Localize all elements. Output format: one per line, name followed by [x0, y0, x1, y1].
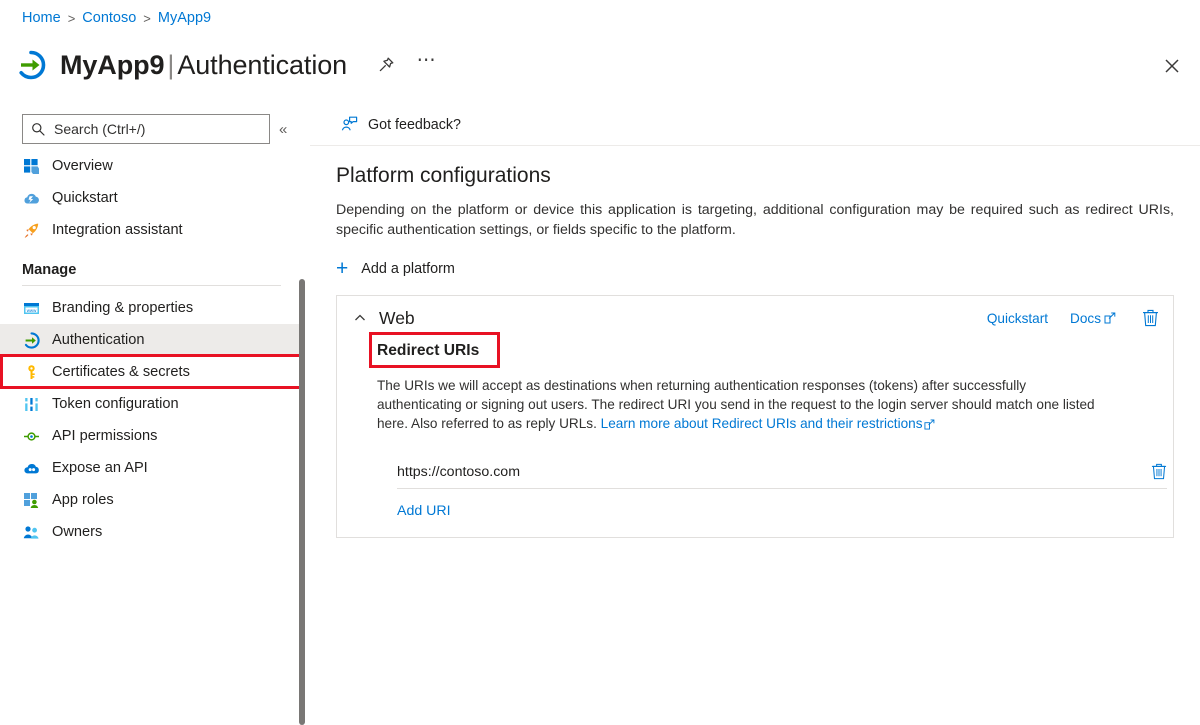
redirect-uri-value[interactable]: https://contoso.com: [397, 464, 520, 480]
redirect-uris-title-wrap: Redirect URIs: [377, 340, 479, 362]
sidebar-section-manage: Manage: [0, 262, 303, 278]
breadcrumb-item-home[interactable]: Home: [22, 10, 61, 26]
web-card-header: Web Quickstart Docs: [337, 296, 1173, 340]
sidebar-item-label: Authentication: [52, 332, 145, 348]
page-title: MyApp9|Authentication: [60, 50, 347, 81]
delete-uri-button[interactable]: [1151, 463, 1167, 480]
sidebar-item-authentication[interactable]: Authentication: [0, 324, 303, 356]
external-link-icon: [924, 416, 935, 435]
sidebar-search-row: Search (Ctrl+/) «: [0, 104, 303, 144]
sidebar-item-label: Quickstart: [52, 190, 118, 206]
sidebar-item-label: Token configuration: [52, 396, 179, 412]
add-a-platform-label: Add a platform: [361, 261, 455, 277]
authentication-icon: [14, 48, 48, 82]
breadcrumb-separator: >: [68, 11, 76, 26]
trash-icon: [1142, 309, 1159, 327]
web-card-body: Redirect URIs The URIs we will accept as…: [337, 340, 1173, 519]
redirect-uris-title: Redirect URIs: [377, 340, 479, 362]
learn-more-redirect-uris-link[interactable]: Learn more about Redirect URIs and their…: [601, 416, 923, 431]
sidebar-divider: [22, 285, 281, 286]
quickstart-cloud-icon: [22, 189, 40, 207]
sidebar-item-overview[interactable]: Overview: [0, 150, 303, 182]
app-roles-icon: [22, 491, 40, 509]
key-icon: [22, 363, 40, 381]
redirect-uris-description: The URIs we will accept as destinations …: [377, 376, 1099, 435]
section-title: Platform configurations: [336, 164, 1174, 188]
main-content: Got feedback? Platform configurations De…: [310, 104, 1200, 621]
sidebar-item-expose-an-api[interactable]: Expose an API: [0, 452, 303, 484]
sidebar-item-label: Certificates & secrets: [52, 364, 190, 380]
pin-icon[interactable]: [373, 52, 399, 78]
page-title-section: Authentication: [177, 50, 347, 80]
page-header: MyApp9|Authentication ⋯: [0, 36, 1200, 94]
rocket-icon: [22, 221, 40, 239]
got-feedback-button[interactable]: Got feedback?: [340, 116, 461, 134]
api-permissions-icon: [22, 427, 40, 445]
docs-link-label: Docs: [1070, 311, 1101, 326]
sidebar-item-branding-properties[interactable]: www Branding & properties: [0, 292, 303, 324]
breadcrumb-item-myapp9[interactable]: MyApp9: [158, 10, 211, 26]
page-title-app: MyApp9: [60, 50, 164, 80]
add-uri-link[interactable]: Add URI: [397, 503, 451, 519]
plus-icon: +: [336, 258, 348, 279]
ellipsis-icon[interactable]: ⋯: [413, 52, 439, 78]
sidebar-nav-manage: www Branding & properties Authentication: [0, 292, 303, 548]
docs-link[interactable]: Docs: [1070, 311, 1116, 326]
sidebar-item-app-roles[interactable]: App roles: [0, 484, 303, 516]
section-description: Depending on the platform or device this…: [336, 200, 1174, 240]
sidebar-item-owners[interactable]: Owners: [0, 516, 303, 548]
delete-platform-button[interactable]: [1142, 309, 1159, 327]
sidebar-item-label: API permissions: [52, 428, 157, 444]
authentication-icon: [22, 331, 40, 349]
owners-people-icon: [22, 523, 40, 541]
got-feedback-label: Got feedback?: [368, 117, 461, 133]
breadcrumb-separator: >: [143, 11, 151, 26]
search-input[interactable]: Search (Ctrl+/): [22, 114, 270, 144]
platform-configurations-section: Platform configurations Depending on the…: [310, 146, 1200, 538]
sidebar-item-integration-assistant[interactable]: Integration assistant: [0, 214, 303, 246]
command-bar: Got feedback?: [310, 104, 1200, 146]
sidebar-item-label: Expose an API: [52, 460, 148, 476]
breadcrumb: Home > Contoso > MyApp9: [22, 10, 211, 26]
sidebar-item-label: Branding & properties: [52, 300, 193, 316]
sidebar-item-label: Owners: [52, 524, 102, 540]
feedback-person-icon: [340, 116, 358, 134]
chevron-up-icon[interactable]: [351, 309, 369, 327]
web-card-title: Web: [379, 308, 415, 329]
overview-icon: [22, 157, 40, 175]
external-link-icon: [1104, 312, 1116, 324]
chevron-double-left-icon[interactable]: «: [279, 121, 287, 138]
sidebar-item-label: Integration assistant: [52, 222, 183, 238]
sidebar-item-label: Overview: [52, 158, 113, 174]
sidebar-nav-top: Overview Quickstart Integ: [0, 150, 303, 246]
web-platform-card: Web Quickstart Docs: [336, 295, 1174, 538]
search-icon: [31, 122, 47, 136]
sidebar-item-token-configuration[interactable]: Token configuration: [0, 388, 303, 420]
web-card-actions: Quickstart Docs: [965, 309, 1159, 327]
svg-text:www: www: [26, 307, 36, 312]
search-placeholder: Search (Ctrl+/): [54, 121, 145, 137]
redirect-uri-row: https://contoso.com: [397, 455, 1167, 489]
expose-api-cloud-icon: [22, 459, 40, 477]
quickstart-link[interactable]: Quickstart: [987, 311, 1048, 326]
quickstart-link-label: Quickstart: [987, 311, 1048, 326]
token-bars-icon: [22, 395, 40, 413]
page-title-separator: |: [167, 50, 174, 80]
sidebar-item-quickstart[interactable]: Quickstart: [0, 182, 303, 214]
branding-www-icon: www: [22, 299, 40, 317]
sidebar-scrollbar[interactable]: [299, 279, 305, 725]
breadcrumb-item-contoso[interactable]: Contoso: [82, 10, 136, 26]
sidebar-item-label: App roles: [52, 492, 114, 508]
trash-icon: [1151, 463, 1167, 480]
sidebar: Search (Ctrl+/) « Overview: [0, 104, 303, 621]
add-a-platform-button[interactable]: + Add a platform: [336, 258, 455, 279]
sidebar-item-certificates-secrets[interactable]: Certificates & secrets: [0, 356, 303, 388]
close-icon[interactable]: [1158, 52, 1186, 80]
sidebar-item-api-permissions[interactable]: API permissions: [0, 420, 303, 452]
